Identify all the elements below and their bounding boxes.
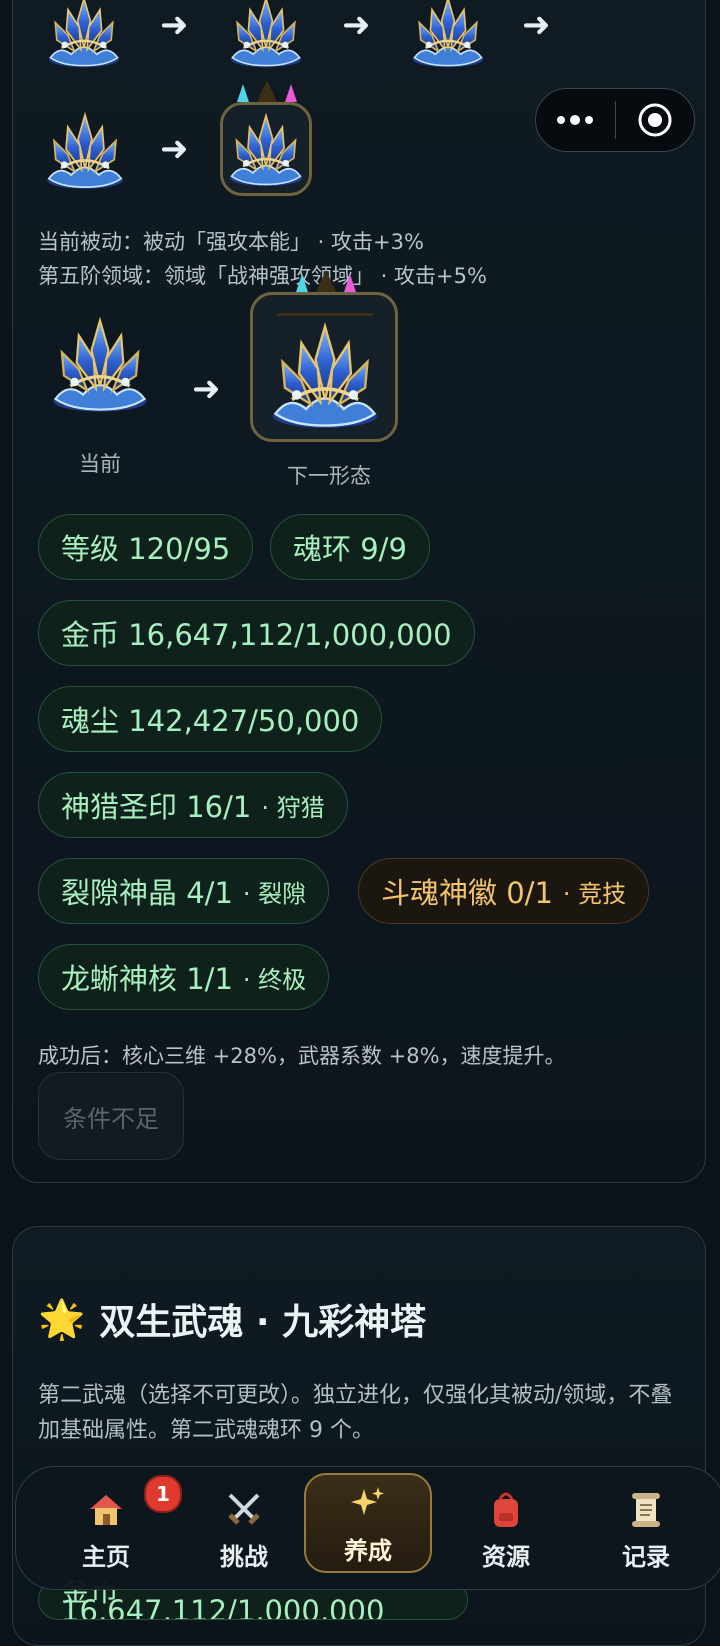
level-chip: 等级 120/95 [38, 514, 254, 580]
nav-cultivate[interactable]: 养成 [304, 1473, 432, 1573]
hunt-seal-chip: 神猎圣印 16/1 · 狩猎 [38, 772, 348, 838]
chip-source: · 裂隙 [242, 879, 307, 908]
final-form-frame [220, 102, 312, 196]
chip-label: 魂环 9/9 [293, 532, 407, 566]
nav-label: 记录 [622, 1542, 670, 1571]
crown-icon [296, 270, 356, 292]
star-icon: 🌟 [38, 1296, 86, 1341]
form-crystal-image [40, 108, 130, 194]
domain-tier5-text: 第五阶领域：领域「战神强攻领域」 · 攻击+5% [38, 264, 487, 288]
chip-label: 魂尘 142,427/50,000 [61, 704, 360, 738]
evolve-button-disabled[interactable]: 条件不足 [38, 1072, 184, 1160]
form-crystal-image [222, 0, 310, 72]
chip-label: 神猎圣印 16/1 [61, 790, 252, 824]
more-button[interactable] [536, 89, 615, 151]
nav-label: 养成 [344, 1536, 392, 1565]
soul-ring-chip: 魂环 9/9 [270, 514, 430, 580]
sparkles-icon [350, 1481, 386, 1525]
current-form-label: 当前 [79, 452, 121, 476]
success-effect-text: 成功后：核心三维 +28%，武器系数 +8%，速度提升。 [38, 1044, 566, 1068]
dragon-core-chip: 龙蜥神核 1/1 · 终极 [38, 944, 330, 1010]
nav-label: 资源 [482, 1542, 530, 1571]
chip-source: · 终极 [242, 965, 307, 994]
next-form-label: 下一形态 [287, 464, 371, 488]
nav-challenge[interactable]: 挑战 [176, 1467, 312, 1591]
crossed-swords-icon [224, 1487, 264, 1531]
arrow-right-icon: ➜ [160, 129, 189, 169]
arrow-right-icon: ➜ [160, 5, 189, 45]
miniapp-capsule [535, 88, 695, 152]
close-miniapp-button[interactable] [616, 89, 695, 151]
chip-source: · 竞技 [562, 879, 627, 908]
form-crystal-image [225, 109, 307, 191]
next-form-image [261, 317, 389, 435]
chip-label: 裂隙神晶 4/1 [61, 876, 233, 910]
house-icon [86, 1487, 126, 1531]
rift-crystal-chip: 裂隙神晶 4/1 · 裂隙 [38, 858, 330, 924]
form-crystal-image [40, 0, 128, 72]
backpack-icon [488, 1487, 524, 1531]
frame-bar [277, 313, 373, 316]
chip-label: 龙蜥神核 1/1 [61, 962, 233, 996]
more-dots-icon [557, 115, 594, 125]
arrow-right-icon: ➜ [342, 5, 371, 45]
nav-resources[interactable]: 资源 [438, 1467, 574, 1591]
arena-emblem-chip: 斗魂神徽 0/1 · 竞技 [358, 858, 650, 924]
crown-icon [237, 80, 297, 102]
bottom-navigation: 主页 1 挑战 养成 资源 记录 [15, 1466, 720, 1590]
nav-home[interactable]: 主页 1 [38, 1467, 182, 1591]
chip-label: 金币 16,647,112/1,000,000 [61, 618, 452, 652]
scroll-icon [628, 1487, 664, 1531]
chip-label: 斗魂神徽 0/1 [381, 876, 553, 910]
gold-chip: 金币 16,647,112/1,000,000 [38, 600, 475, 666]
arrow-right-icon: ➜ [522, 5, 551, 45]
nav-label: 主页 [82, 1542, 130, 1571]
nav-label: 挑战 [220, 1542, 268, 1571]
nav-records[interactable]: 记录 [578, 1467, 714, 1591]
current-form-image [44, 312, 156, 418]
chip-label: 等级 120/95 [61, 532, 231, 566]
chip-source: · 狩猎 [261, 793, 325, 822]
target-circle-icon [638, 103, 672, 137]
arrow-right-icon: ➜ [192, 369, 221, 409]
section-title-text: 双生武魂 · 九彩神塔 [99, 1302, 427, 1343]
current-passive-text: 当前被动：被动「强攻本能」 · 攻击+3% [38, 230, 424, 254]
soul-dust-chip: 魂尘 142,427/50,000 [38, 686, 383, 752]
form-crystal-image [404, 0, 492, 72]
section-title: 🌟 双生武魂 · 九彩神塔 [38, 1293, 426, 1345]
section-description: 第二武魂（选择不可更改）。独立进化，仅强化其被动/领域，不叠加基础属性。第二武魂… [38, 1383, 673, 1443]
next-form-frame [250, 292, 398, 442]
